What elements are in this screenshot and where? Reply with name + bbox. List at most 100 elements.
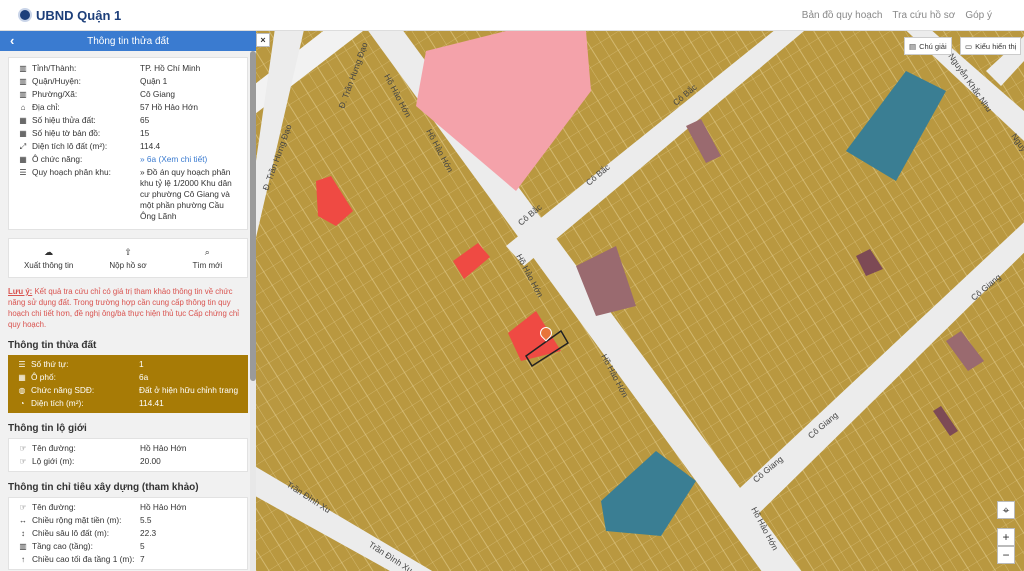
legend-button[interactable]: ▤ Chú giải (904, 37, 952, 55)
info-label: Tỉnh/Thành: (32, 63, 77, 73)
document-icon: ▤ (909, 41, 917, 51)
info-row: ⤢ Diện tích lô đất (m²): 114.4 (9, 140, 247, 153)
info-label: Diện tích (m²): (31, 398, 84, 408)
close-panel-button[interactable]: × (256, 33, 270, 47)
boundary-section-title: Thông tin lộ giới (8, 423, 87, 434)
globe-icon: ◍ (18, 386, 26, 395)
location-info-card: ▥ Tỉnh/Thành: TP. Hồ Chí Minh ▥ Quận/Huyện: Q… (8, 57, 248, 230)
info-row: ☞ Tên đường: Hồ Hảo Hớn (9, 501, 247, 514)
info-row: ▦ Ô phố: 6a (8, 371, 248, 384)
zoom-out-button[interactable]: − (997, 546, 1015, 564)
main-nav: Bản đồ quy hoạch Tra cứu hồ sơ Góp ý (792, 10, 992, 21)
info-value: Cô Giang (140, 89, 176, 99)
panel-content: ▥ Tỉnh/Thành: TP. Hồ Chí Minh ▥ Quận/Huyện: Q… (0, 51, 256, 571)
home-icon: ⌂ (20, 103, 26, 112)
info-value: 114.41 (139, 398, 164, 408)
display-style-button[interactable]: ▭ Kiểu hiển thị (960, 37, 1022, 55)
info-row: ⌂ Địa chỉ: 57 Hồ Hảo Hớn (9, 101, 247, 114)
list-icon: ☰ (18, 360, 26, 369)
info-row: ↑ Chiều cao tối đa tầng 1 (m): 7 (9, 553, 247, 566)
info-value: 6a (139, 372, 149, 382)
info-value: Quận 1 (140, 76, 168, 86)
layers-icon: ▭ (965, 41, 973, 51)
info-label: Tên đường: (32, 502, 76, 512)
building-icon: ▥ (19, 90, 27, 99)
info-value: 7 (140, 554, 145, 564)
hand-icon: ☞ (19, 457, 27, 466)
info-label: Quận/Huyện: (32, 76, 81, 86)
info-row: ☰ Quy hoạch phân khu: » Đồ án quy hoạch ph… (9, 166, 247, 223)
map-icon: ▦ (19, 129, 27, 138)
info-row: ▥ Quận/Huyện: Quận 1 (9, 75, 247, 88)
info-row: ↔ Chiều rộng mặt tiền (m): 5.5 (9, 514, 247, 527)
submit-dossier-button[interactable]: ⇧ Nộp hồ sơ (88, 239, 167, 277)
info-row: ◔ Diện tích (m²): 114.41 (8, 397, 248, 410)
zoom-in-button[interactable]: + (997, 528, 1015, 546)
search-icon: ⌕ (204, 246, 210, 257)
info-label: Phường/Xã: (32, 89, 78, 99)
planning-map[interactable]: Đ. Trần Hưng Đạo Đ. Trần Hưng Đạo Hồ Hảo… (256, 31, 1024, 571)
top-navbar: UBND Quận 1 Bản đồ quy hoạch Tra cứu hồ … (0, 0, 1024, 31)
app-title: UBND Quận 1 (36, 7, 122, 23)
build-info-card: ☞ Tên đường: Hồ Hảo Hớn ↔ Chiều rộng mặt tiề… (8, 497, 248, 570)
info-value: 5 (140, 541, 145, 551)
info-label: Số hiệu thửa đất: (32, 115, 96, 125)
info-row: ↕ Chiều sâu lô đất (m): 22.3 (9, 527, 247, 540)
info-value: Hồ Hảo Hớn (140, 443, 187, 453)
nav-planning-map[interactable]: Bản đồ quy hoạch (802, 10, 883, 21)
info-value: TP. Hồ Chí Minh (140, 63, 201, 73)
arrow-up-icon: ↑ (21, 555, 25, 564)
new-search-button[interactable]: ⌕ Tìm mới (168, 239, 247, 277)
parcel-info-card: ☰ Số thứ tự: 1 ▦ Ô phố: 6a ◍ Chức năng SDĐ: Đất … (8, 355, 248, 413)
info-row: ☞ Tên đường: Hồ Hảo Hớn (9, 442, 247, 455)
info-label: Tầng cao (tầng): (32, 541, 93, 551)
info-row: ▥ Tỉnh/Thành: TP. Hồ Chí Minh (9, 62, 247, 75)
nav-dossier-lookup[interactable]: Tra cứu hồ sơ (892, 10, 955, 21)
building-icon: ▥ (19, 64, 27, 73)
info-row: ▥ Tầng cao (tầng): 5 (9, 540, 247, 553)
disclaimer-note: Lưu ý: Kết quả tra cứu chỉ có giá trị th… (8, 287, 239, 329)
grid-icon: ▦ (18, 373, 26, 382)
info-label: Chiều rộng mặt tiền (m): (32, 515, 122, 525)
info-value: 114.4 (140, 141, 161, 151)
info-label: Diện tích lô đất (m²): (32, 141, 108, 151)
info-row: ▦ Ô chức năng: » 6a (Xem chi tiết) (9, 153, 247, 166)
map-canvas[interactable]: Đ. Trần Hưng Đạo Đ. Trần Hưng Đạo Hồ Hảo… (256, 31, 1024, 571)
build-section-title: Thông tin chỉ tiêu xây dựng (tham khảo) (8, 482, 199, 493)
info-value: 57 Hồ Hảo Hớn (140, 102, 199, 112)
boundary-info-card: ☞ Tên đường: Hồ Hảo Hớn ☞ Lộ giới (m): 20.00 (8, 438, 248, 472)
nav-feedback[interactable]: Góp ý (965, 10, 992, 21)
chevron-left-icon[interactable]: ‹ (10, 33, 14, 48)
info-value: 15 (140, 128, 150, 138)
brand[interactable]: UBND Quận 1 (18, 8, 121, 23)
info-link[interactable]: » 6a (Xem chi tiết) (140, 154, 239, 165)
info-label: Lộ giới (m): (32, 456, 75, 466)
panel-title: Thông tin thửa đất (87, 35, 169, 47)
info-label: Chiều cao tối đa tầng 1 (m): (32, 554, 135, 564)
hand-icon: ☞ (19, 444, 27, 453)
info-value: » Đồ án quy hoạch phân khu tỷ lệ 1/2000 … (140, 167, 232, 221)
info-label: Chiều sâu lô đất (m): (32, 528, 110, 538)
building-icon: ▥ (19, 542, 27, 551)
grid-icon: ▦ (19, 155, 27, 164)
info-value: Đất ở hiện hữu chỉnh trang (139, 385, 239, 395)
info-label: Địa chỉ: (32, 102, 60, 112)
ubnd-logo-icon (18, 8, 32, 22)
crosshair-icon[interactable]: ⌖ (997, 501, 1015, 519)
arrows-v-icon: ↕ (21, 529, 25, 538)
info-value: 65 (140, 115, 150, 125)
info-value: 22.3 (140, 528, 157, 538)
pie-icon: ◔ (19, 399, 25, 408)
info-label: Quy hoạch phân khu: (32, 167, 111, 177)
info-label: Tên đường: (32, 443, 76, 453)
export-info-button[interactable]: ☁ Xuất thông tin (9, 239, 88, 277)
info-label: Ô phố: (31, 372, 56, 382)
info-row: ☞ Lộ giới (m): 20.00 (9, 455, 247, 468)
info-value: 20.00 (140, 456, 161, 466)
info-value: 1 (139, 359, 144, 369)
info-row: ▦ Số hiệu tờ bản đồ: 15 (9, 127, 247, 140)
parcel-info-panel: ‹ Thông tin thửa đất ▥ Tỉnh/Thành: TP. Hồ … (0, 31, 256, 571)
info-row: ▦ Số hiệu thửa đất: 65 (9, 114, 247, 127)
map-icon: ▦ (19, 116, 27, 125)
list-icon: ☰ (19, 168, 27, 177)
